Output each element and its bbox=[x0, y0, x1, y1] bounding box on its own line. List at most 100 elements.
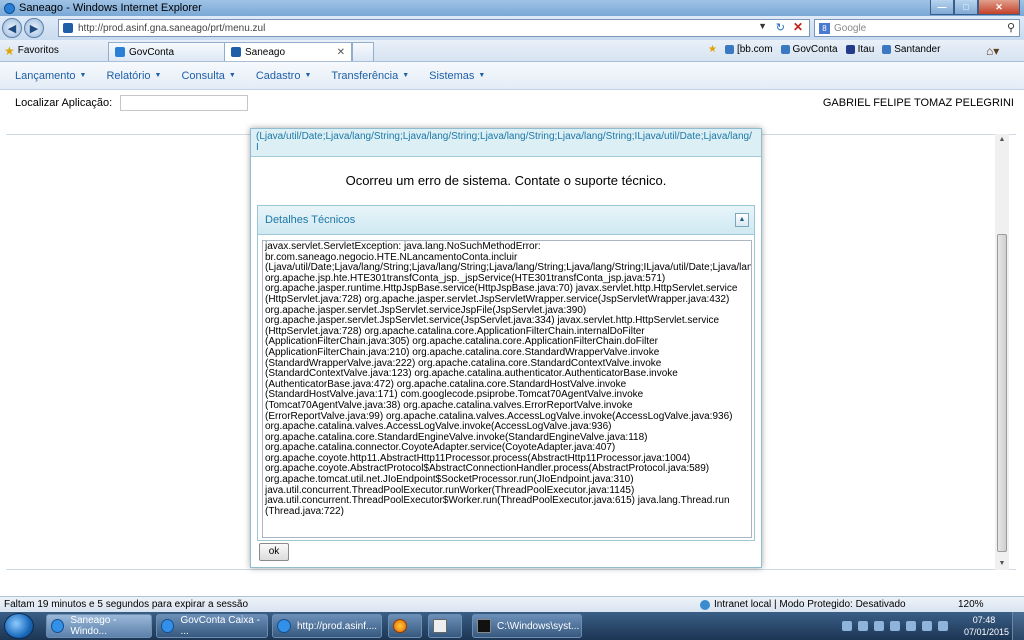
tab-saneago[interactable]: Saneago ✕ bbox=[224, 42, 352, 61]
window-title: Saneago - Windows Internet Explorer bbox=[19, 2, 202, 14]
ok-button[interactable]: ok bbox=[259, 543, 289, 561]
caret-down-icon: ▼ bbox=[154, 72, 162, 79]
browser-window: Saneago - Windows Internet Explorer — □ … bbox=[0, 0, 1024, 640]
favorites-button[interactable]: ★ Favoritos bbox=[0, 44, 59, 58]
back-icon[interactable]: ◀ bbox=[2, 18, 22, 38]
scroll-thumb[interactable] bbox=[997, 234, 1007, 552]
zoom-control[interactable]: 120% bbox=[958, 599, 984, 610]
error-dialog: (Ljava/util/Date;Ljava/lang/String;Ljava… bbox=[250, 128, 762, 568]
tab-govconta[interactable]: GovConta bbox=[108, 42, 226, 61]
taskbar-label: C:\Windows\syst... bbox=[497, 620, 580, 632]
ie-icon bbox=[277, 619, 291, 633]
menu-relatorio[interactable]: Relatório ▼ bbox=[106, 70, 161, 82]
minimize-button[interactable]: — bbox=[930, 0, 954, 15]
forward-icon[interactable]: ▶ bbox=[24, 18, 44, 38]
search-input[interactable]: 8 Google ⚲ bbox=[814, 19, 1020, 37]
taskbar-item-saneago[interactable]: Saneago - Windo... bbox=[46, 614, 152, 638]
stop-icon[interactable]: ✕ bbox=[793, 20, 803, 34]
home-icon[interactable]: ⌂▾ bbox=[986, 44, 999, 58]
close-button[interactable]: ✕ bbox=[978, 0, 1020, 15]
ie-icon bbox=[724, 45, 734, 54]
chevron-down-icon[interactable]: ▼ bbox=[758, 21, 767, 31]
ie-icon bbox=[4, 2, 15, 14]
favorites-bar: ★ Favoritos GovConta Saneago ✕ ★ [bb.com… bbox=[0, 40, 1024, 62]
ie-icon bbox=[882, 45, 892, 54]
favorites-label: Favoritos bbox=[17, 45, 59, 56]
star-icon: ★ bbox=[708, 44, 717, 55]
url-text: http://prod.asinf.gna.saneago/prt/menu.z… bbox=[78, 22, 266, 34]
scroll-down-icon[interactable]: ▼ bbox=[995, 558, 1009, 570]
menu-label: Consulta bbox=[181, 69, 225, 82]
menu-lancamento[interactable]: Lançamento ▼ bbox=[15, 70, 86, 82]
favorite-link[interactable]: [bb.com bbox=[724, 44, 773, 55]
tray-icon[interactable] bbox=[890, 621, 900, 631]
menu-consulta[interactable]: Consulta ▼ bbox=[181, 70, 235, 82]
locator-input[interactable] bbox=[120, 95, 249, 111]
caret-down-icon: ▼ bbox=[304, 72, 312, 79]
google-icon: 8 bbox=[819, 22, 830, 34]
taskbar-item-firefox[interactable] bbox=[388, 614, 422, 638]
tab-label: Saneago bbox=[245, 46, 286, 58]
menu-cadastro[interactable]: Cadastro ▼ bbox=[256, 70, 312, 82]
saneago-icon bbox=[231, 47, 241, 57]
taskbar: Saneago - Windo... GovConta Caixa - ... … bbox=[0, 612, 1024, 640]
zoom-level: 120% bbox=[958, 599, 984, 610]
itau-icon bbox=[845, 45, 855, 54]
tray-icon[interactable] bbox=[842, 621, 852, 631]
taskbar-label: GovConta Caixa - ... bbox=[180, 615, 260, 637]
favorite-link[interactable]: GovConta bbox=[780, 44, 838, 55]
ie-icon bbox=[51, 619, 65, 633]
collapse-icon[interactable]: ▲ bbox=[735, 213, 749, 227]
clock[interactable]: 07:48 07/01/2015 bbox=[964, 614, 1010, 638]
address-toolbar: ◀ ▶ http://prod.asinf.gna.saneago/prt/me… bbox=[0, 16, 1024, 40]
search-icon[interactable]: ⚲ bbox=[1007, 21, 1015, 34]
taskbar-label: http://prod.asinf.... bbox=[297, 620, 378, 632]
clock-time: 07:48 bbox=[972, 615, 996, 625]
favorite-link[interactable]: Santander bbox=[882, 44, 940, 55]
caret-down-icon: ▼ bbox=[228, 72, 236, 79]
volume-icon[interactable] bbox=[938, 621, 948, 631]
tray-icon[interactable] bbox=[874, 621, 884, 631]
taskbar-item-prod[interactable]: http://prod.asinf.... bbox=[272, 614, 382, 638]
star-icon: ★ bbox=[4, 43, 15, 58]
user-name: GABRIEL FELIPE TOMAZ PELEGRINI bbox=[822, 97, 1014, 109]
truncated-error-line-2: I bbox=[256, 142, 259, 153]
document-icon bbox=[433, 619, 447, 633]
taskbar-item-document[interactable] bbox=[428, 614, 462, 638]
technical-details-panel: Detalhes Técnicos ▲ javax.servlet.Servle… bbox=[257, 205, 755, 541]
tab-label: GovConta bbox=[129, 46, 175, 58]
tray-icon[interactable] bbox=[922, 621, 932, 631]
scroll-up-icon[interactable]: ▲ bbox=[995, 134, 1009, 146]
search-placeholder: Google bbox=[834, 22, 867, 34]
new-tab-button[interactable] bbox=[352, 42, 374, 61]
security-zone[interactable]: Intranet local | Modo Protegido: Desativ… bbox=[700, 599, 906, 610]
menu-transferencia[interactable]: Transferência ▼ bbox=[331, 70, 409, 82]
menu-label: Relatório bbox=[106, 69, 151, 82]
maximize-button[interactable]: □ bbox=[954, 0, 978, 15]
tray-icon[interactable] bbox=[906, 621, 916, 631]
locator-label: Localizar Aplicação: bbox=[15, 97, 113, 109]
tray-icon[interactable] bbox=[858, 621, 868, 631]
caret-down-icon: ▼ bbox=[402, 72, 410, 79]
show-desktop-button[interactable] bbox=[1012, 612, 1024, 640]
technical-details-header[interactable]: Detalhes Técnicos ▲ bbox=[258, 206, 754, 235]
taskbar-item-govconta[interactable]: GovConta Caixa - ... bbox=[156, 614, 268, 638]
refresh-icon[interactable]: ↻ bbox=[776, 21, 785, 34]
ie-icon bbox=[161, 619, 175, 633]
title-bar: Saneago - Windows Internet Explorer — □ … bbox=[0, 0, 1024, 16]
app-menu: Lançamento ▼ Relatório ▼ Consulta ▼ Cadastr… bbox=[0, 62, 1024, 90]
firefox-icon bbox=[393, 619, 407, 633]
clock-date: 07/01/2015 bbox=[964, 627, 1010, 637]
favorite-link[interactable]: Itau bbox=[845, 44, 874, 55]
start-orb-icon[interactable] bbox=[4, 613, 34, 639]
menu-label: Sistemas bbox=[429, 69, 475, 82]
error-message: Ocorreu um erro de sistema. Contate o su… bbox=[345, 173, 667, 188]
stack-trace-text[interactable]: javax.servlet.ServletException: java.lan… bbox=[262, 240, 752, 538]
vertical-scrollbar[interactable]: ▲ ▼ bbox=[995, 134, 1009, 570]
caret-down-icon: ▼ bbox=[79, 72, 87, 79]
menu-sistemas[interactable]: Sistemas ▼ bbox=[429, 70, 485, 82]
close-tab-icon[interactable]: ✕ bbox=[337, 47, 345, 58]
address-field[interactable]: http://prod.asinf.gna.saneago/prt/menu.z… bbox=[58, 19, 810, 37]
cmd-icon bbox=[477, 619, 491, 633]
taskbar-item-cmd[interactable]: C:\Windows\syst... bbox=[472, 614, 582, 638]
